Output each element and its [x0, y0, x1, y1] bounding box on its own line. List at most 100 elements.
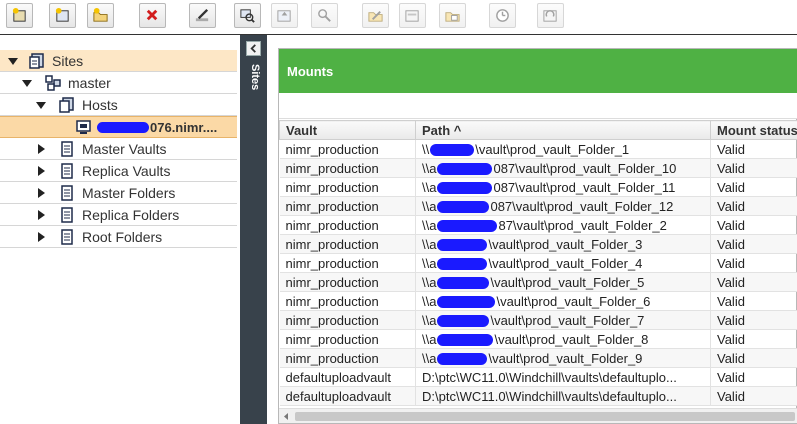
path-prefix: \\a	[422, 179, 437, 195]
cell-path: \\a 087\vault\prod_vault_Folder_12	[415, 196, 711, 216]
cell-mount-status: Valid	[710, 139, 797, 159]
tree-label-master: master	[68, 74, 111, 91]
cell-vault: defaultuploadvault	[279, 386, 416, 406]
table-row[interactable]: nimr_production \\a 087\vault\prod_vault_F…	[279, 196, 797, 216]
path-prefix: \\a	[422, 293, 437, 309]
tree-node-replica-folders[interactable]: Replica Folders	[0, 204, 237, 226]
table-row[interactable]: nimr_production \\a 87\vault\prod_vault_Fo…	[279, 215, 797, 235]
tree-label-master-vaults: Master Vaults	[82, 140, 167, 157]
redaction-mark	[437, 239, 488, 252]
cell-path: \\a \vault\prod_vault_Folder_9	[415, 348, 711, 368]
revaulting-button[interactable]	[537, 3, 564, 28]
path-suffix: 087\vault\prod_vault_Folder_12	[490, 198, 674, 214]
new-folder-icon	[93, 7, 108, 22]
collapsed-arrow-icon[interactable]	[35, 187, 47, 199]
mount-button[interactable]	[234, 3, 261, 28]
scroll-left-arrow-icon[interactable]	[282, 412, 291, 421]
scrollbar-thumb[interactable]	[295, 412, 795, 421]
new-host-icon	[55, 7, 69, 22]
tree-node-hosts[interactable]: Hosts	[0, 94, 237, 116]
tree-label-replica-folders: Replica Folders	[82, 206, 180, 223]
edit-button[interactable]	[189, 3, 216, 28]
path-prefix: \\a	[422, 255, 437, 271]
mount-icon	[240, 9, 255, 23]
collapsed-arrow-icon[interactable]	[35, 165, 47, 177]
table-row[interactable]: nimr_production \\a 087\vault\prod_vault_F…	[279, 158, 797, 178]
path-prefix: \\a	[422, 217, 437, 233]
cell-mount-status: Valid	[710, 348, 797, 368]
table-row[interactable]: defaultuploadvault D:\ptc\WC11.0\Windchil…	[279, 386, 797, 406]
table-row[interactable]: defaultuploadvault D:\ptc\WC11.0\Windchil…	[279, 367, 797, 387]
horizontal-scrollbar[interactable]	[279, 408, 797, 423]
table-row[interactable]: nimr_production \\a \vault\prod_vault_Fold…	[279, 348, 797, 368]
redaction-mark	[97, 121, 149, 133]
vault-icon	[59, 140, 75, 157]
toolbar	[0, 0, 797, 35]
table-row[interactable]: nimr_production \\a \vault\prod_vault_Fold…	[279, 291, 797, 311]
folder-settings-icon	[405, 10, 419, 22]
search-button[interactable]	[311, 3, 338, 28]
column-header-mount-status[interactable]: Mount status	[710, 120, 797, 140]
tree-node-host-selected[interactable]: 076.nimr....	[0, 116, 237, 138]
expanded-arrow-icon[interactable]	[7, 55, 19, 67]
tree-node-master-vaults[interactable]: Master Vaults	[0, 138, 237, 160]
path-suffix: \vault\prod_vault_Folder_5	[490, 274, 645, 290]
redaction-mark	[437, 353, 488, 366]
cell-mount-status: Valid	[710, 158, 797, 178]
new-folder-button[interactable]	[87, 3, 114, 28]
tree-node-sites[interactable]: Sites	[0, 50, 237, 72]
path-suffix: \vault\prod_vault_Folder_8	[494, 331, 649, 347]
table-row[interactable]: nimr_production \\a \vault\prod_vault_Fold…	[279, 253, 797, 273]
tree-node-replica-vaults[interactable]: Replica Vaults	[0, 160, 237, 182]
collapsed-arrow-icon[interactable]	[35, 209, 47, 221]
mounts-table: Vault Path ^ Mount status nimr_productio…	[279, 120, 797, 408]
table-row[interactable]: nimr_production \\ \vault\prod_vault_Folde…	[279, 139, 797, 159]
tree-node-master-folders[interactable]: Master Folders	[0, 182, 237, 204]
schedule-button[interactable]	[489, 3, 516, 28]
tree-node-root-folders[interactable]: Root Folders	[0, 226, 237, 248]
path-suffix: \vault\prod_vault_Folder_6	[496, 293, 651, 309]
set-read-only-button[interactable]	[362, 3, 389, 28]
table-row[interactable]: nimr_production \\a \vault\prod_vault_Fold…	[279, 329, 797, 349]
new-site-button[interactable]	[6, 3, 33, 28]
path-suffix: \vault\prod_vault_Folder_4	[488, 255, 643, 271]
collapsed-arrow-icon[interactable]	[35, 143, 47, 155]
redaction-mark	[437, 296, 496, 309]
cell-mount-status: Valid	[710, 253, 797, 273]
tree-label-hosts: Hosts	[82, 96, 118, 113]
cell-mount-status: Valid	[710, 310, 797, 330]
table-row[interactable]: nimr_production \\a \vault\prod_vault_Fold…	[279, 272, 797, 292]
cell-vault: nimr_production	[279, 291, 416, 311]
path-suffix: 087\vault\prod_vault_Folder_11	[493, 179, 676, 195]
cell-path: \\a \vault\prod_vault_Folder_7	[415, 310, 711, 330]
table-row[interactable]: nimr_production \\a 087\vault\prod_vault_F…	[279, 177, 797, 197]
panel-toolbar-strip	[279, 93, 797, 119]
expanded-arrow-icon[interactable]	[21, 77, 33, 89]
path-suffix: 087\vault\prod_vault_Folder_10	[493, 160, 677, 176]
cell-path: \\a \vault\prod_vault_Folder_3	[415, 234, 711, 254]
column-header-vault[interactable]: Vault	[279, 120, 416, 140]
cell-path: \\a \vault\prod_vault_Folder_5	[415, 272, 711, 292]
expanded-arrow-icon[interactable]	[35, 99, 47, 111]
path-prefix: D:\ptc\WC11.0\Windchill\vaults\defaultup…	[422, 369, 677, 385]
replicate-button[interactable]	[271, 3, 298, 28]
folder-settings-button[interactable]	[399, 3, 426, 28]
cell-mount-status: Valid	[710, 177, 797, 197]
collapsed-arrow-icon[interactable]	[35, 231, 47, 243]
new-host-button[interactable]	[49, 3, 76, 28]
path-prefix: \\a	[422, 198, 437, 214]
move-icon	[445, 12, 460, 22]
cell-vault: nimr_production	[279, 329, 416, 349]
cell-vault: nimr_production	[279, 348, 416, 368]
move-button[interactable]	[439, 3, 466, 28]
tree-node-master[interactable]: master	[0, 72, 237, 94]
column-header-path[interactable]: Path ^	[415, 120, 711, 140]
table-row[interactable]: nimr_production \\a \vault\prod_vault_Fold…	[279, 234, 797, 254]
table-row[interactable]: nimr_production \\a \vault\prod_vault_Fold…	[279, 310, 797, 330]
collapse-panel-button[interactable]	[246, 41, 261, 56]
hosts-icon	[59, 96, 75, 113]
set-read-only-icon	[368, 11, 383, 22]
host-icon	[76, 119, 92, 135]
path-suffix: \vault\prod_vault_Folder_9	[488, 350, 643, 366]
delete-button[interactable]	[139, 3, 166, 28]
